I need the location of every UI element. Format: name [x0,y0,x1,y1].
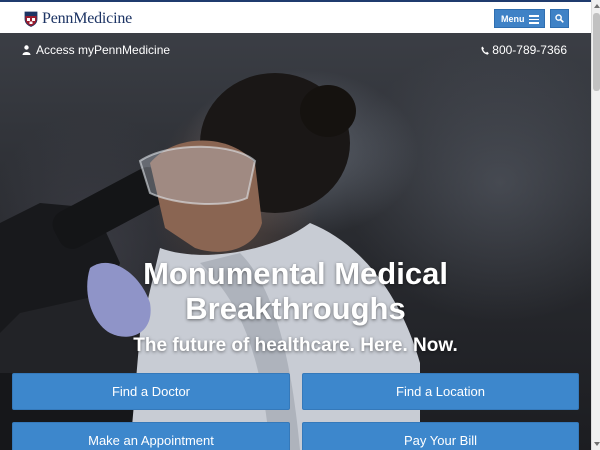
hero-subheading: The future of healthcare. Here. Now. [133,335,458,356]
phone-icon [481,46,490,55]
hero-banner: Access myPennMedicine 800-789-7366 Monum… [0,33,591,450]
find-a-location-button[interactable]: Find a Location [302,373,579,410]
headline-line-2: Breakthroughs [185,291,406,326]
scroll-up-arrow-icon[interactable] [592,0,600,12]
menu-button[interactable]: Menu [494,9,545,28]
menu-label: Menu [501,13,525,24]
penn-medicine-logo[interactable]: PennMedicine [24,10,132,28]
headline-line-1: Monumental Medical [143,256,448,291]
pay-your-bill-button[interactable]: Pay Your Bill [302,422,579,450]
scrollbar-thumb[interactable] [593,13,600,91]
access-label: Access myPennMedicine [36,43,171,57]
search-icon [555,14,564,23]
penn-shield-icon [24,11,38,27]
site-header: PennMedicine Menu [0,0,591,33]
phone-number: 800-789-7366 [492,43,567,57]
access-mypennmedicine-link[interactable]: Access myPennMedicine [22,43,170,57]
page-scrollbar[interactable] [591,0,600,450]
make-an-appointment-button[interactable]: Make an Appointment [12,422,290,450]
hamburger-icon [529,15,539,24]
person-icon [22,45,31,55]
scroll-down-arrow-icon[interactable] [592,438,600,450]
phone-link[interactable]: 800-789-7366 [481,43,567,57]
find-a-doctor-button[interactable]: Find a Doctor [12,373,290,410]
logo-text: PennMedicine [42,10,133,27]
hero-headline: Monumental Medical Breakthroughs [0,256,591,326]
search-button[interactable] [550,9,569,28]
